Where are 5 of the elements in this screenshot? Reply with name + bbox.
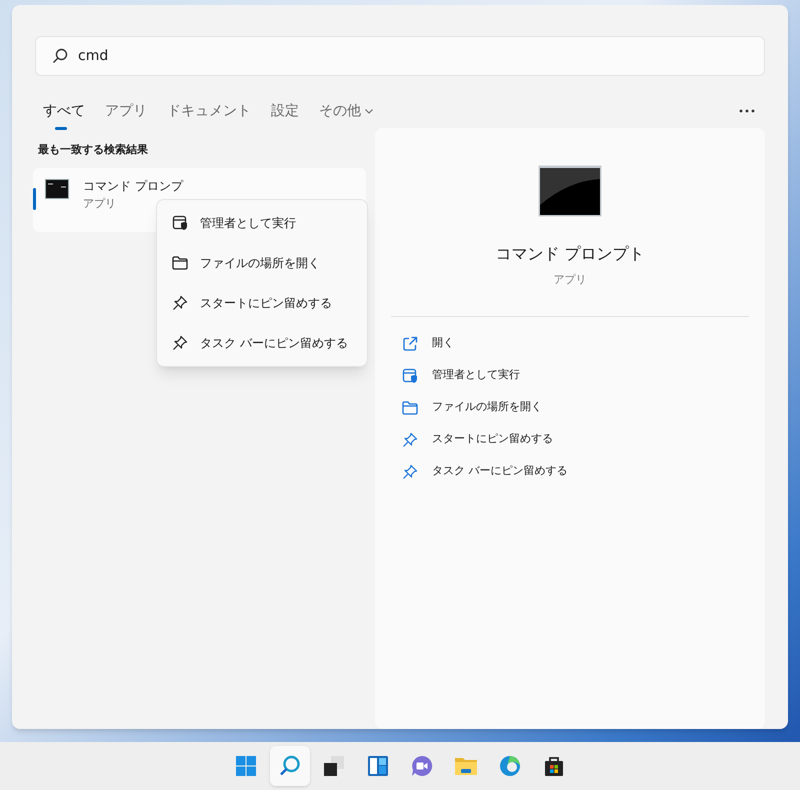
- app-title: コマンド プロンプト: [495, 243, 645, 265]
- section-heading: 最も一致する検索結果: [37, 142, 149, 158]
- result-subtitle: アプリ: [83, 196, 116, 210]
- app-subtitle: アプリ: [554, 272, 586, 288]
- result-title: コマンド プロンプ: [83, 178, 183, 192]
